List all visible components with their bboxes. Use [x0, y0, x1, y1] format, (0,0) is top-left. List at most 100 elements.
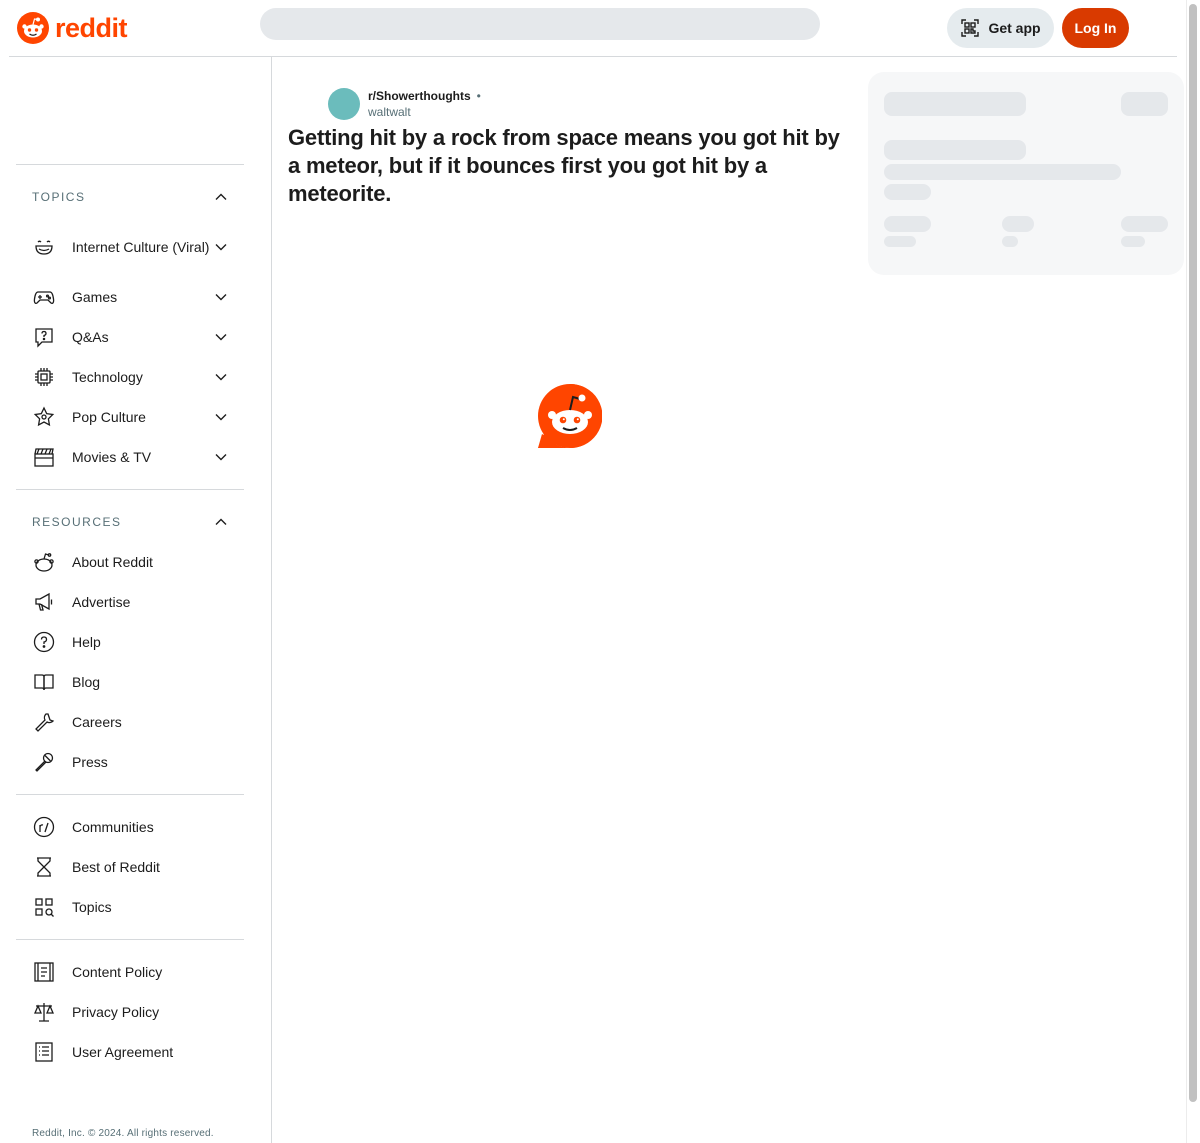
sidebar-item-topics[interactable]: Topics [16, 897, 244, 917]
author-link[interactable]: waltwalt [368, 104, 481, 120]
sidebar-item-pop-culture[interactable]: Pop Culture [16, 405, 244, 429]
topics-grid-icon [32, 895, 56, 919]
qr-code-icon [961, 19, 980, 37]
chevron-down-icon [215, 454, 227, 461]
post-title: Getting hit by a rock from space means y… [288, 125, 840, 206]
sidebar-divider [16, 794, 244, 795]
communities-icon [32, 815, 56, 839]
chevron-down-icon [215, 414, 227, 421]
sidebar-item-press[interactable]: Press [16, 752, 244, 772]
copyright-footer: Reddit, Inc. © 2024. All rights reserved… [32, 1128, 214, 1139]
sidebar-item-label: Communities [72, 819, 154, 835]
sidebar-item-privacy-policy[interactable]: Privacy Policy [16, 1002, 244, 1022]
topics-section-toggle[interactable]: TOPICS [16, 177, 244, 217]
sidebar-item-games[interactable]: Games [16, 287, 244, 307]
wrench-icon [32, 710, 56, 734]
clapperboard-icon [32, 445, 56, 469]
sidebar-item-about-reddit[interactable]: About Reddit [16, 552, 244, 572]
scales-icon [32, 1000, 56, 1024]
sidebar-item-blog[interactable]: Blog [16, 672, 244, 692]
chevron-down-icon [215, 244, 227, 251]
megaphone-icon [32, 590, 56, 614]
sidebar-item-movies-tv[interactable]: Movies & TV [16, 447, 244, 467]
content-policy-icon [32, 960, 56, 984]
sidebar-divider [16, 489, 244, 490]
sidebar-item-label: Advertise [72, 594, 131, 610]
reddit-logo[interactable]: reddit [17, 12, 128, 44]
sidebar-item-careers[interactable]: Careers [16, 712, 244, 732]
sidebar-item-label: Blog [72, 674, 101, 690]
smiley-icon [32, 235, 56, 259]
sidebar-item-label: Help [72, 634, 101, 650]
resources-heading: RESOURCES [32, 515, 122, 529]
skeleton-bar [1121, 216, 1168, 232]
sidebar-item-content-policy[interactable]: Content Policy [16, 962, 244, 982]
sidebar-item-advertise[interactable]: Advertise [16, 592, 244, 612]
skeleton-bar [1002, 216, 1034, 232]
document-list-icon [32, 1040, 56, 1064]
chevron-down-icon [215, 374, 227, 381]
sidebar-item-label: Privacy Policy [72, 1004, 160, 1020]
subreddit-link[interactable]: r/Showerthoughts [368, 88, 471, 104]
hourglass-icon [32, 855, 56, 879]
chip-icon [32, 365, 56, 389]
chevron-down-icon [215, 334, 227, 341]
question-bubble-icon [32, 325, 56, 349]
get-app-button[interactable]: Get app [947, 8, 1054, 48]
skeleton-bar [884, 236, 916, 247]
search-input[interactable] [260, 8, 820, 40]
resources-section-toggle[interactable]: RESOURCES [16, 502, 244, 542]
top-header: reddit Get app Log In [0, 0, 1186, 57]
sidebar-item-label: Technology [72, 369, 143, 385]
chevron-down-icon [215, 294, 227, 301]
get-app-label: Get app [988, 20, 1041, 36]
sidebar-item-label: Careers [72, 714, 122, 730]
sidebar-item-label: Best of Reddit [72, 859, 160, 875]
skeleton-bar [884, 216, 931, 232]
sidebar-item-communities[interactable]: Communities [16, 815, 244, 839]
snoo-loading-icon [538, 384, 602, 448]
post-meta: r/Showerthoughts • waltwalt [328, 88, 481, 120]
sidebar-item-label: Press [72, 754, 108, 770]
microphone-icon [32, 750, 56, 774]
skeleton-bar [1002, 236, 1018, 247]
sidebar-item-label: Internet Culture (Viral) [72, 239, 210, 255]
topics-heading: TOPICS [32, 190, 86, 204]
logo-wordmark: reddit [55, 13, 128, 43]
sidebar-item-label: Movies & TV [72, 449, 152, 465]
book-icon [32, 670, 56, 694]
skeleton-bar [1121, 92, 1168, 116]
skeleton-bar [884, 164, 1121, 180]
sidebar-divider [16, 164, 244, 165]
login-button[interactable]: Log In [1062, 8, 1129, 48]
sidebar-item-label: Games [72, 289, 118, 305]
gamepad-icon [32, 285, 56, 309]
sidebar-item-technology[interactable]: Technology [16, 367, 244, 387]
skeleton-bar [884, 184, 931, 200]
chevron-up-icon [215, 518, 227, 525]
chevron-up-icon [215, 193, 227, 200]
help-icon [32, 630, 56, 654]
sidebar-item-label: Topics [72, 899, 112, 915]
sidebar-item-help[interactable]: Help [16, 630, 244, 654]
sidebar-item-label: About Reddit [72, 554, 153, 570]
sidebar-item-label: User Agreement [72, 1044, 174, 1060]
sidebar-item-label: Content Policy [72, 964, 163, 980]
sidebar-item-label: Pop Culture [72, 409, 146, 425]
sidebar-item-user-agreement[interactable]: User Agreement [16, 1042, 244, 1062]
star-icon [32, 405, 56, 429]
snoo-icon [32, 550, 56, 574]
loading-sidebar-card [868, 72, 1184, 275]
meta-separator: • [476, 89, 481, 103]
scrollbar-thumb[interactable] [1189, 4, 1197, 1102]
sidebar-item-internet-culture[interactable]: Internet Culture (Viral) [16, 227, 244, 267]
sidebar-item-label: Q&As [72, 329, 109, 345]
sidebar-item-best-of-reddit[interactable]: Best of Reddit [16, 857, 244, 877]
sidebar-divider [16, 939, 244, 940]
skeleton-bar [884, 140, 1026, 160]
skeleton-bar [884, 92, 1026, 116]
skeleton-bar [1121, 236, 1145, 247]
snoo-logo-icon [17, 12, 49, 44]
subreddit-avatar[interactable] [328, 88, 360, 120]
sidebar-item-qas[interactable]: Q&As [16, 325, 244, 349]
